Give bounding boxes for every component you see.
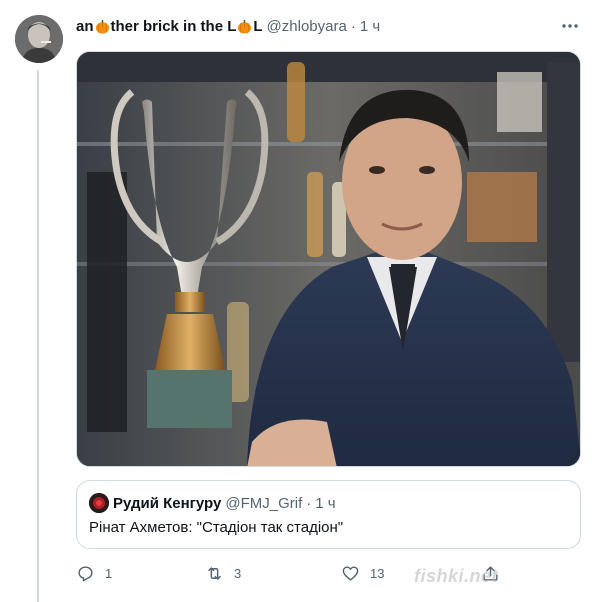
- more-icon: [562, 24, 578, 28]
- like-button[interactable]: 13: [341, 561, 384, 585]
- share-button[interactable]: [481, 561, 500, 585]
- reply-icon: [78, 565, 93, 581]
- avatar-image: [15, 15, 63, 63]
- separator-dot: ·: [306, 494, 312, 512]
- quoted-tweet[interactable]: Рудий Кенгуру @FMJ_Grif · 1 ч Рінат Ахме…: [76, 480, 581, 549]
- display-name[interactable]: an ther brick in the L L: [76, 18, 263, 35]
- share-icon: [483, 565, 498, 581]
- pumpkin-icon: [238, 19, 252, 34]
- reply-button[interactable]: 1: [76, 561, 112, 585]
- quoted-tweet-text: Рінат Ахметов: "Стадіон так стадіон": [89, 519, 344, 536]
- avatar[interactable]: [15, 15, 63, 63]
- display-name-part-2: ther brick in the L: [110, 17, 237, 35]
- photo-image: [77, 52, 580, 466]
- quoted-avatar-image: [89, 493, 109, 513]
- display-name-part-1: an: [76, 17, 94, 35]
- display-name-part-3: L: [253, 17, 263, 35]
- quoted-avatar: [89, 493, 109, 513]
- tweet-actions: 1 3 13: [76, 561, 581, 585]
- retweet-icon: [208, 566, 221, 580]
- tweet-header: an ther brick in the L L @zhlobyara · 1 …: [76, 16, 576, 36]
- quoted-display-name: Рудий Кенгуру: [113, 494, 222, 512]
- reply-count: 1: [105, 565, 113, 581]
- quoted-timestamp: 1 ч: [315, 494, 336, 512]
- timestamp[interactable]: 1 ч: [360, 18, 380, 35]
- user-handle[interactable]: @zhlobyara: [267, 18, 347, 35]
- retweet-button[interactable]: 3: [205, 561, 241, 585]
- like-count: 13: [370, 565, 385, 581]
- more-options-button[interactable]: [558, 16, 582, 36]
- quoted-user-handle: @FMJ_Grif: [225, 494, 303, 512]
- quoted-tweet-header: Рудий Кенгуру @FMJ_Grif · 1 ч: [89, 493, 336, 513]
- pumpkin-icon: [95, 19, 109, 34]
- thread-line: [37, 70, 39, 602]
- retweet-count: 3: [234, 565, 242, 581]
- heart-icon: [342, 565, 359, 581]
- tweet-photo[interactable]: [76, 51, 581, 467]
- separator-dot: ·: [350, 17, 356, 35]
